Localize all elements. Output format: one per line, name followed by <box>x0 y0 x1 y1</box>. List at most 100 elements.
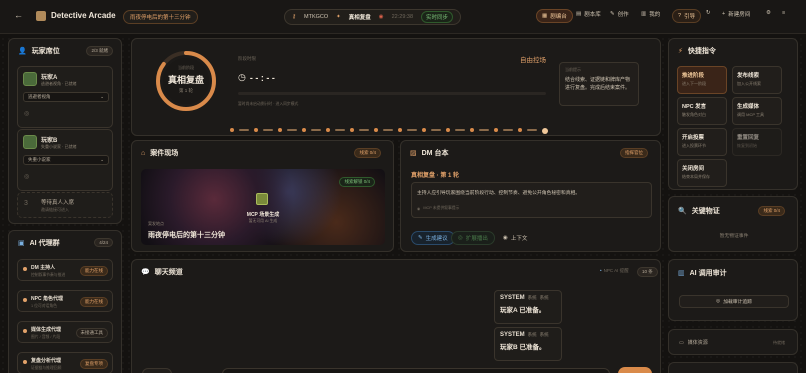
evidence-panel: 🔍 关键物证 线索 0/4 暂无物证事件 <box>668 196 798 252</box>
empty-seat-card[interactable]: 3 等待真人入席 邀请链接可进入 <box>17 192 113 218</box>
cmd-title: 发布线索 <box>737 73 760 79</box>
player-role-select[interactable]: 失重小说家 ⌄ <box>23 155 109 165</box>
player-card[interactable]: 玩家B 失重小说家 · 已就绪 失重小说家 ⌄ ◎ <box>17 129 113 191</box>
agent-row[interactable]: 复盘分析代理 证据链与推理回顾 复盘专项 <box>17 352 113 373</box>
timeline-dash <box>311 129 321 131</box>
nav-script-lib[interactable]: ▤ 剧本库 <box>576 10 601 18</box>
agent-desc: 图片 / 音频 / 片段 <box>31 335 61 339</box>
nav-guide[interactable]: ? 引导 <box>672 9 702 23</box>
nav-create-label: 创作 <box>617 12 629 18</box>
story-tag-label: 雨夜停电后的第十三分钟 <box>130 15 191 21</box>
cmd-close-room[interactable]: 关闭房间 结束本局并保存 <box>677 159 727 187</box>
player-name: 玩家B <box>41 138 58 144</box>
cmd-desc: 恢复到初始 <box>737 143 757 148</box>
channel-select[interactable] <box>142 368 172 373</box>
evidence-badge: 线索 0/4 <box>758 206 785 216</box>
stage-timeline <box>230 127 660 135</box>
stage-info-box: 当前提示 结合线索、证据链和牌库产物进行复盘。完成后结束案件。 <box>559 62 639 106</box>
dm-badge: 指挥官位 <box>620 148 648 158</box>
image-icon: ▭ <box>679 339 684 346</box>
eye-icon[interactable]: ◎ <box>24 110 29 117</box>
agent-tag: 能力在线 <box>80 266 108 276</box>
pen-icon: ✎ <box>610 11 615 17</box>
timeline-dot <box>326 128 330 132</box>
timeline-dot <box>398 128 402 132</box>
nav-mine[interactable]: ▥ 我的 <box>641 10 660 18</box>
player-card[interactable]: 玩家A 逃避者视角 · 已就绪 逃避者视角 ⌄ ◎ <box>17 66 113 128</box>
stage-note: 暂时尚未启动倒计时 · 进入同步模式 <box>238 102 299 106</box>
scene-panel: ⌂ 案件现场 线索 0/4 线索解锁 0/4 MCP 场景生成 暂无可用 AI … <box>131 140 394 252</box>
avatar <box>23 135 37 149</box>
key-icon: ⚷ <box>292 14 297 20</box>
bar-chart-icon: ▥ <box>678 270 685 277</box>
ring-top-label: 当前阶段 <box>178 65 194 70</box>
live-sync-badge: 实时同步 <box>421 11 454 23</box>
cmd-npc-speak[interactable]: NPC 发言 触发角色对白 <box>677 97 727 125</box>
timeline-dash <box>479 129 489 131</box>
stopwatch-icon: ◷ <box>238 72 246 82</box>
audit-title: AI 调用审计 <box>689 270 727 277</box>
plus-icon: + <box>722 11 726 17</box>
eye-icon[interactable]: ◎ <box>24 173 29 180</box>
refresh-icon[interactable]: ↻ <box>706 10 711 16</box>
load-audit-button[interactable]: ◎ 加载审计追踪 <box>679 295 789 308</box>
msg-meta: 系统 <box>539 332 549 337</box>
chat-input[interactable] <box>222 368 610 373</box>
npc-hint-text: NPC AI 提醒 <box>603 268 629 273</box>
cmd-open-vote[interactable]: 开启投票 进入投票环节 <box>677 128 727 156</box>
dm-section: 真相复盘 · 第 1 轮 <box>411 173 460 179</box>
context-button[interactable]: ◉ 上下文 <box>496 231 534 245</box>
scene-image[interactable]: 线索解锁 0/4 MCP 场景生成 暂无可用 AI 生成 案发地点 雨夜停电后的… <box>141 169 385 245</box>
back-arrow-icon[interactable]: ← <box>14 10 23 20</box>
agent-row[interactable]: DM 主持人 控制叙事节奏与推进 能力在线 <box>17 259 113 281</box>
waiting-title: 等待真人入席 <box>41 200 75 206</box>
magnifier-icon: 🔍 <box>678 208 687 215</box>
chat-count-badge: 10 条 <box>637 267 658 277</box>
media-tag: 待就绪 <box>773 340 785 345</box>
npc-hint: • NPC AI 提醒 <box>600 268 629 274</box>
status-dot-icon <box>23 329 27 333</box>
extra-panel <box>668 362 798 373</box>
player-name: 玩家A <box>41 75 58 81</box>
dm-script-box: 主持人应引导玩家围绕当前阶段行动、控制节奏、避免公开角色秘密和真相。 ◉ MCP… <box>411 182 652 218</box>
status-dot-icon <box>23 360 27 364</box>
send-button[interactable] <box>618 367 652 373</box>
cmd-publish-clue[interactable]: 发布线索 加入公开线索 <box>732 66 782 94</box>
settings-icon[interactable]: ⚙ <box>766 10 771 16</box>
cmd-generate-media[interactable]: 生成媒体 调用 MCP 工具 <box>732 97 782 125</box>
chevron-down-icon: ⌄ <box>100 157 104 162</box>
player-role-select[interactable]: 逃避者视角 ⌄ <box>23 92 109 102</box>
session-timer: 22:29:38 <box>391 14 414 20</box>
grid-icon: ▦ <box>542 13 548 19</box>
top-bar: ← Detective Arcade 雨夜停电后的第十三分钟 ⚷ MTKGCO … <box>0 0 806 34</box>
stage-icon: ✦ <box>336 14 341 20</box>
agent-row[interactable]: 媒体生成代理 图片 / 音频 / 片段 未接通工具 <box>17 321 113 343</box>
stage-panel: 当前阶段 真相复盘 第 1 轮 阶段时限 ◷ - - : - - 暂时尚未启动倒… <box>131 38 661 136</box>
cmd-advance-stage[interactable]: 推进阶段 进入下一阶段 <box>677 66 727 94</box>
nav-new-room[interactable]: + 新建房间 <box>722 10 750 18</box>
info-title: 当前提示 <box>565 67 581 72</box>
seat-number-icon: 3 <box>24 200 28 207</box>
timeline-dot <box>230 128 234 132</box>
timeline-dot <box>422 128 426 132</box>
timeline-dash <box>527 129 537 131</box>
timeline-dash <box>383 129 393 131</box>
broadcast-icon: ◎ <box>458 235 463 241</box>
timeline-dash <box>431 129 441 131</box>
agent-row[interactable]: NPC 角色代理 1 位可对话角色 能力在线 <box>17 290 113 312</box>
generate-suggestion-button[interactable]: ✎ 生成建议 <box>411 231 455 245</box>
house-icon: ⌂ <box>141 149 146 157</box>
nav-script-edit[interactable]: ▦ 剧编台 <box>536 9 573 23</box>
cmd-reset-reply[interactable]: 重置回复 恢复到初始 <box>732 128 782 156</box>
cmd-desc: 触发角色对白 <box>682 112 706 117</box>
msg-body: 玩家A 已准备。 <box>500 307 546 314</box>
cmd-title: 生成媒体 <box>737 104 760 110</box>
expand-broadcast-button[interactable]: ◎ 扩展播出 <box>451 231 495 245</box>
agents-badge: 4/24 <box>94 238 113 247</box>
chart-icon: ▥ <box>641 11 647 17</box>
stage-clock: ◷ - - : - - <box>238 72 275 83</box>
nav-create[interactable]: ✎ 创作 <box>610 10 629 18</box>
menu-icon[interactable]: ≡ <box>782 10 785 16</box>
dm-status-text: MCP 未提供叙事提示 <box>423 206 460 210</box>
nav-guide-label: 引导 <box>684 14 696 20</box>
